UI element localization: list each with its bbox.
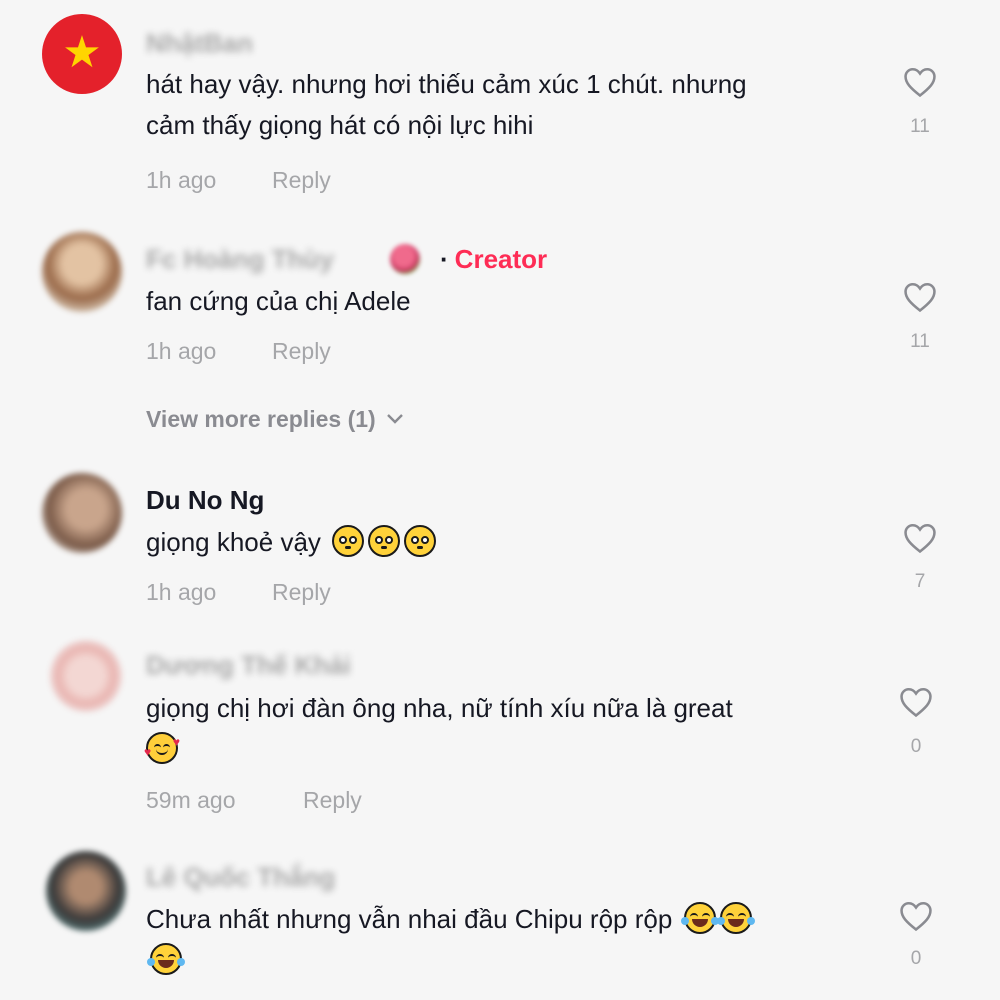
face-with-tears-of-joy-emoji-icon	[147, 943, 185, 975]
flushed-face-emoji-icon	[404, 525, 437, 557]
separator-dot: ·	[440, 244, 449, 274]
comment-timestamp: 1h ago	[146, 167, 217, 193]
like-count: 11	[910, 331, 930, 352]
heart-outline-icon[interactable]	[899, 686, 933, 718]
avatar[interactable]	[50, 640, 122, 712]
face-with-tears-of-joy-emoji-icon	[680, 902, 719, 934]
avatar[interactable]	[42, 232, 122, 312]
flushed-face-emoji-icon	[368, 525, 401, 557]
comment-text-line: fan cứng của chị Adele	[146, 286, 411, 316]
flushed-face-emoji-icon	[332, 525, 365, 557]
face-with-tears-of-joy-emoji-icon	[716, 902, 755, 934]
like-count: 7	[914, 571, 926, 592]
chevron-down-icon	[386, 414, 403, 424]
comment-text: Chưa nhất nhưng vẫn nhai đầu Chipu rộp r…	[146, 899, 755, 940]
comment-text-line: hát hay vậy. nhưng hơi thiếu cảm xúc 1 c…	[146, 69, 747, 99]
heart-outline-icon[interactable]	[903, 66, 937, 98]
vietnam-flag-icon: ★	[62, 28, 102, 78]
like-count: 0	[910, 736, 922, 757]
reply-button[interactable]: Reply	[272, 579, 331, 606]
comment-timestamp: 59m ago	[146, 787, 236, 813]
comment-username[interactable]: Du No Ng	[146, 485, 264, 516]
comment-username[interactable]: NhậtBan	[146, 28, 253, 59]
comment-username[interactable]: Lê Quốc Thắng	[146, 862, 335, 893]
like-count: 0	[910, 948, 922, 969]
comment-text-line: giọng chị hơi đàn ông nha, nữ tính xíu n…	[146, 693, 733, 723]
comment-text	[146, 940, 185, 981]
comment-timestamp: 1h ago	[146, 338, 217, 364]
creator-badge: · Creator	[440, 244, 547, 275]
rose-emoji-icon	[390, 244, 420, 274]
reply-button[interactable]: Reply	[303, 787, 362, 814]
heart-outline-icon[interactable]	[899, 900, 933, 932]
creator-label: Creator	[454, 244, 548, 274]
avatar[interactable]: ★	[42, 14, 122, 94]
like-count: 11	[910, 116, 930, 137]
heart-outline-icon[interactable]	[903, 522, 937, 554]
comment-username[interactable]: Fc Hoàng Thùy	[146, 244, 334, 275]
avatar[interactable]	[46, 851, 126, 931]
comment-text: ♥ ♥	[144, 729, 180, 770]
comment-timestamp: 1h ago	[146, 579, 217, 605]
heart-outline-icon[interactable]	[903, 281, 937, 313]
view-more-replies-button[interactable]: View more replies (1)	[146, 406, 404, 433]
comment-text-line: giọng khoẻ vậy	[146, 527, 321, 557]
reply-button[interactable]: Reply	[272, 338, 331, 365]
comment-username[interactable]: Dương Thế Khải	[146, 650, 351, 681]
view-more-label: View more replies (1)	[146, 406, 376, 432]
smiling-face-with-hearts-emoji-icon: ♥ ♥	[144, 732, 180, 764]
comment-text-line: Chưa nhất nhưng vẫn nhai đầu Chipu rộp r…	[146, 904, 673, 934]
comment-text-line: cảm thấy giọng hát có nội lực hihi	[146, 110, 534, 140]
reply-button[interactable]: Reply	[272, 167, 331, 194]
comment-text: giọng khoẻ vậy	[146, 522, 437, 563]
avatar[interactable]	[42, 473, 122, 553]
